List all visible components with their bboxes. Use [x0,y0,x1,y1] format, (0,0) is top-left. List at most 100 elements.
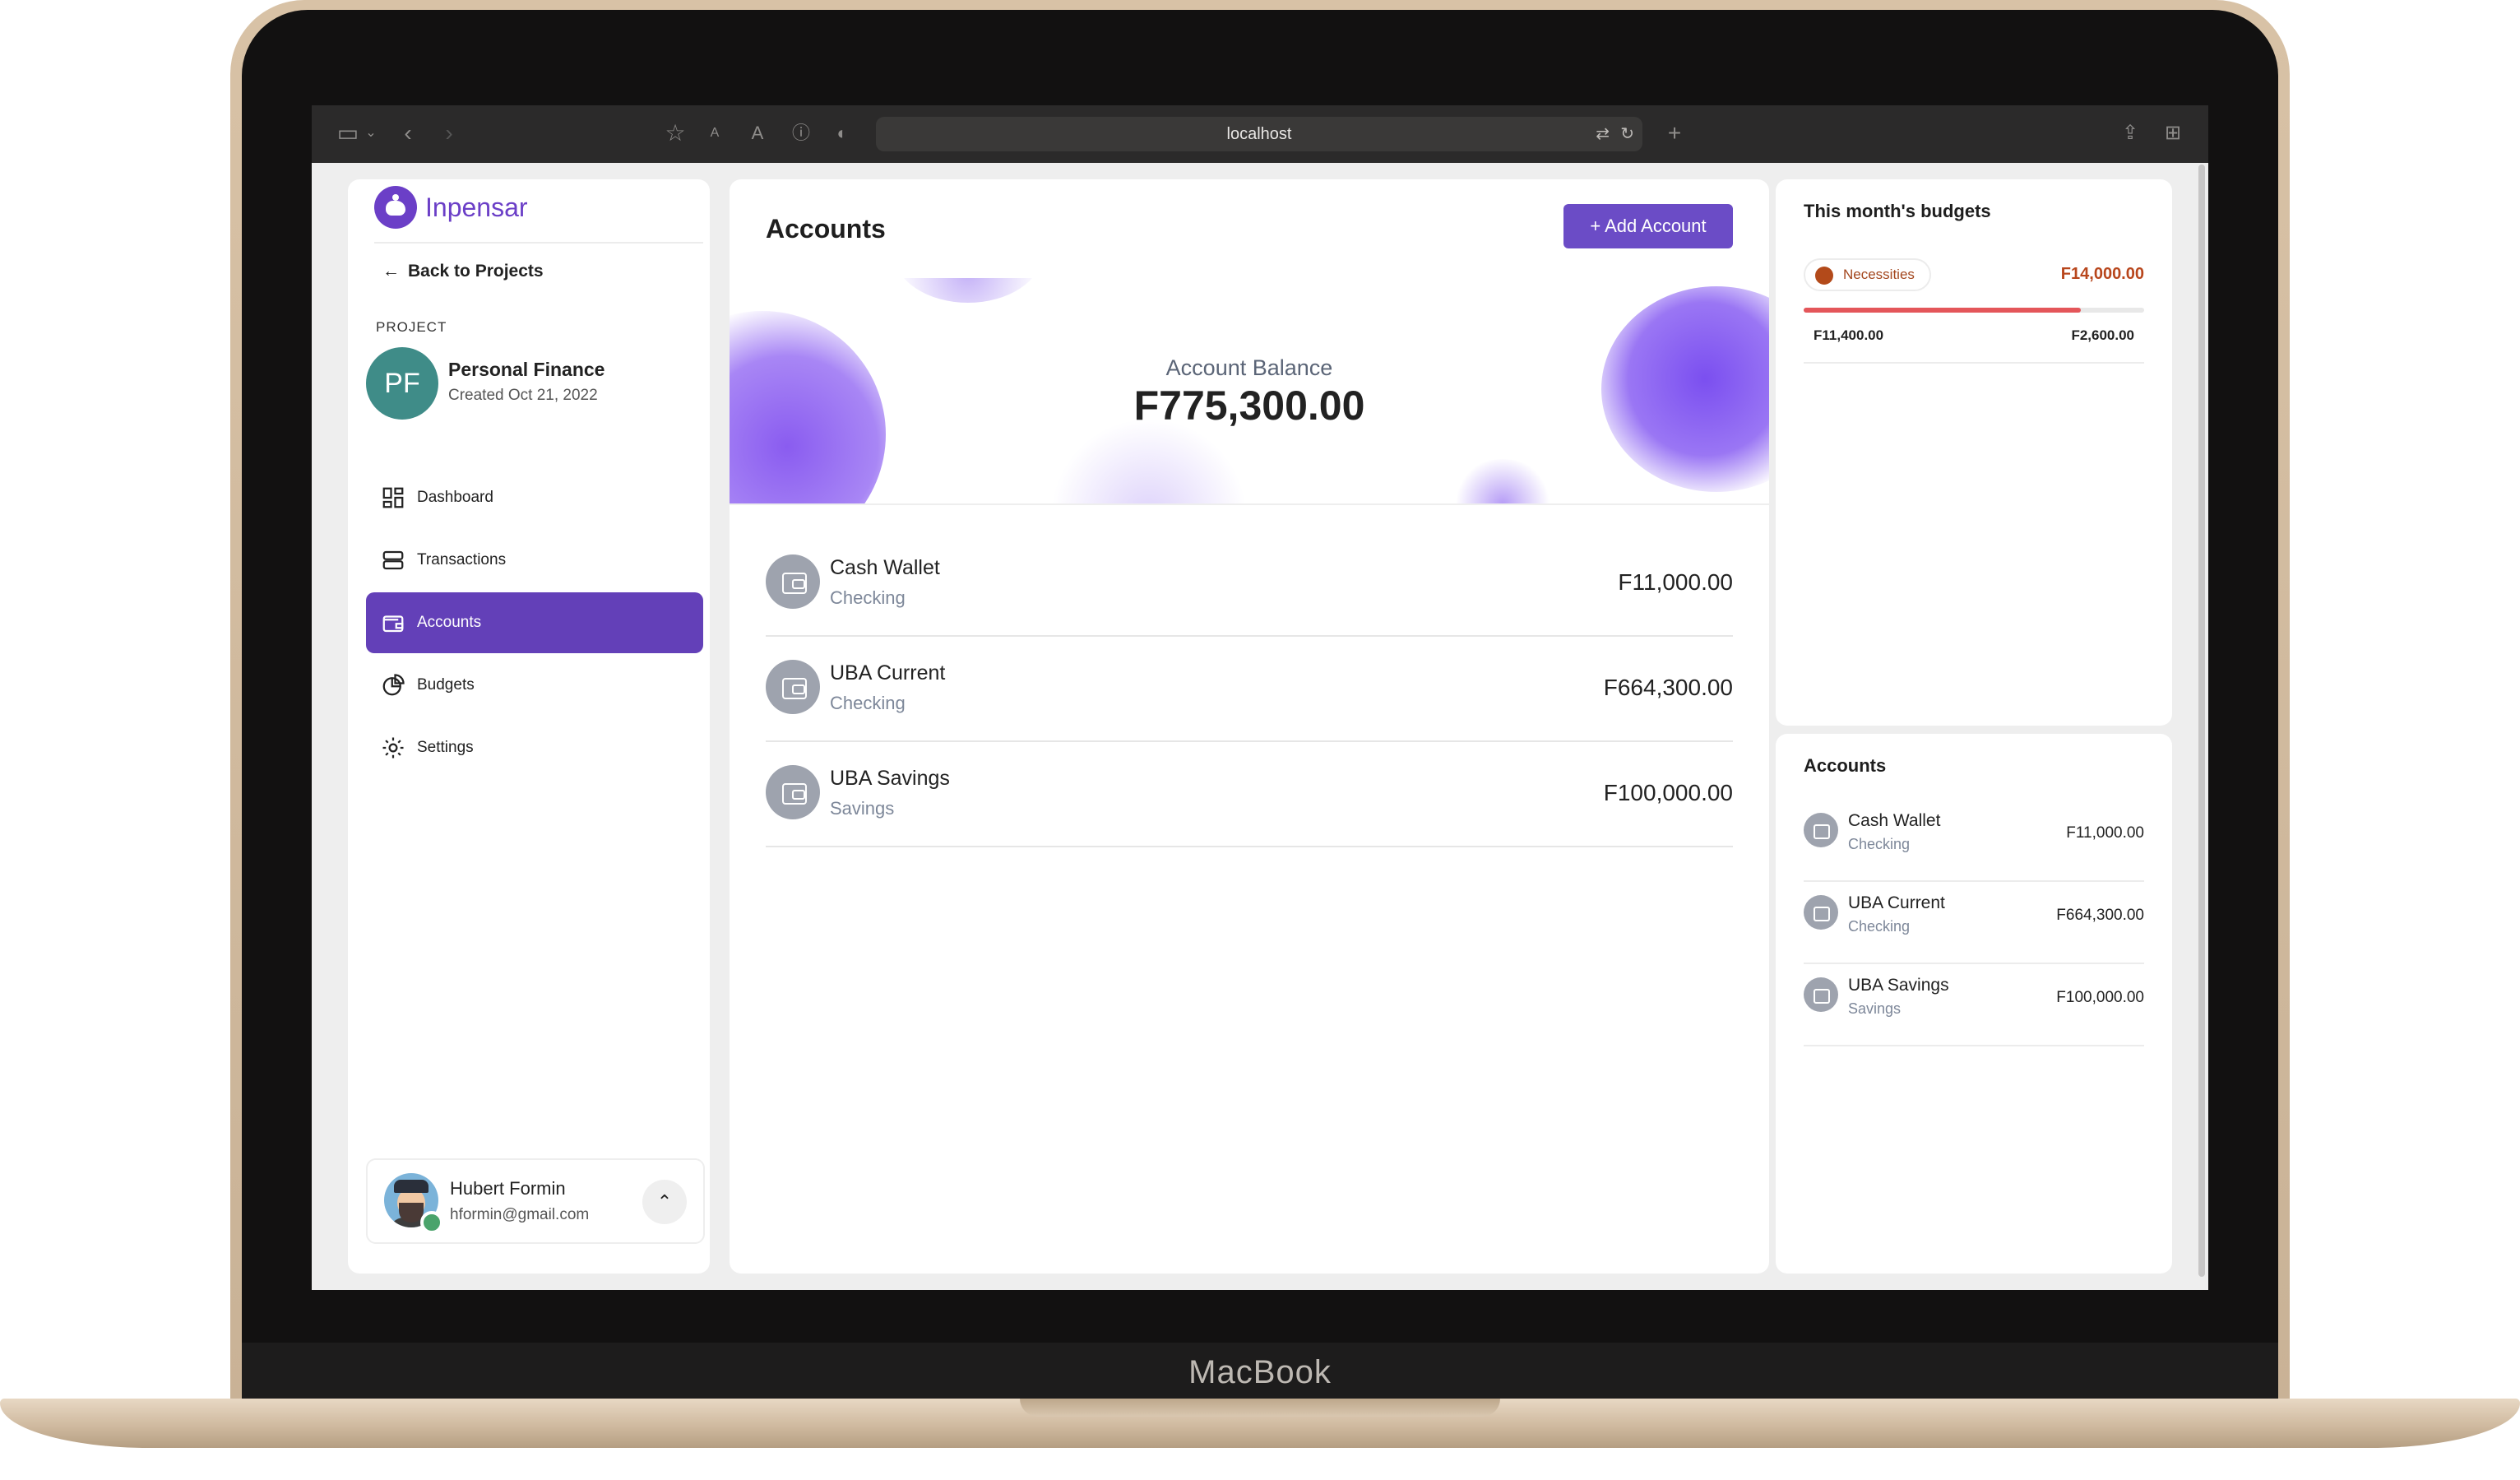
account-name: UBA Current [1848,893,1945,912]
account-type: Checking [1848,918,1911,935]
chevron-down-icon[interactable]: ⌄ [363,118,379,148]
account-name: Cash Wallet [830,556,940,579]
app: Inpensar ← Back to Projects PROJECT PF P… [312,163,2208,1290]
page-title: Accounts [766,214,886,244]
wallet-icon [1804,895,1838,930]
panel-title: Accounts [1804,755,1887,776]
account-name: UBA Savings [1848,976,1949,995]
wallet-icon [766,660,820,714]
account-amount: F11,000.00 [1618,569,1733,595]
account-type: Checking [830,587,906,608]
budget-progress-bar [1804,308,2144,313]
project-created-date: Created Oct 21, 2022 [448,387,598,404]
account-amount: F664,300.00 [2056,907,2144,924]
main-content: Accounts + Add Account Account Balance F… [730,179,1769,1274]
nav-item-budgets[interactable]: Budgets [366,655,703,716]
wallet-icon [382,615,404,633]
tab-overview-icon[interactable]: ⊞ [2159,118,2187,148]
user-profile-card[interactable]: Hubert Formin hformin@gmail.com ⌃ [366,1158,705,1244]
nav-label: Transactions [417,551,507,568]
forward-icon[interactable]: › [435,118,463,148]
arrow-left-icon: ← [382,262,400,281]
category-color-dot [1815,267,1833,285]
text-smaller-icon[interactable]: A [706,118,723,148]
bookmark-star-icon[interactable]: ☆ [660,118,690,148]
balance-label: Account Balance [1165,355,1333,380]
new-tab-icon[interactable]: + [1661,118,1688,148]
chevron-up-icon[interactable]: ⌃ [642,1180,687,1224]
sidebar-toggle-icon[interactable]: ▭ [331,118,364,148]
account-type: Savings [830,798,895,819]
budget-remaining: F2,600.00 [2071,327,2134,343]
project-section-label: PROJECT [376,319,447,335]
decorative-blob [1050,418,1248,503]
text-larger-icon[interactable]: A [748,118,767,148]
transactions-icon [382,550,404,570]
wallet-icon [1804,977,1838,1012]
nav-item-settings[interactable]: Settings [366,717,703,778]
decorative-blob [1453,459,1552,503]
budget-progress-fill [1804,308,2081,313]
divider [374,242,703,244]
device-label: MacBook [1188,1354,1332,1390]
scrollbar[interactable] [2198,165,2205,1277]
table-row[interactable]: UBA Current Checking F664,300.00 [766,637,1733,742]
budget-name: Necessities [1843,267,1915,282]
brand-name: Inpensar [425,192,528,222]
back-icon[interactable]: ‹ [394,118,422,148]
account-name: UBA Savings [830,767,950,790]
table-row[interactable]: UBA Savings Savings F100,000.00 [766,742,1733,847]
back-to-projects-link[interactable]: ← Back to Projects [382,262,544,281]
address-bar[interactable]: localhost ⇄ ↻ [876,117,1642,151]
info-icon[interactable]: ⓘ [789,118,813,148]
nav-label: Accounts [417,614,482,631]
nav-item-accounts[interactable]: Accounts [366,592,703,653]
decorative-blob [894,278,1042,303]
piggy-bank-icon [374,186,417,229]
wallet-icon [766,765,820,819]
pie-chart-icon [382,674,405,696]
url-text: localhost [1226,125,1292,143]
account-type: Checking [830,693,906,713]
account-amount: F664,300.00 [1603,675,1733,700]
account-amount: F100,000.00 [1603,780,1733,805]
balance-banner: Account Balance F775,300.00 [730,278,1769,505]
nav-label: Budgets [417,676,475,694]
user-email: hformin@gmail.com [450,1206,590,1223]
user-name: Hubert Formin [450,1178,566,1199]
list-item[interactable]: UBA Current Checking F664,300.00 [1804,882,2144,964]
reload-icon[interactable]: ↻ [1620,117,1634,151]
account-type: Checking [1848,836,1911,852]
accounts-summary-panel: Accounts Cash Wallet Checking F11,000.00… [1776,734,2172,1274]
list-item[interactable]: Cash Wallet Checking F11,000.00 [1804,800,2144,882]
divider [1804,362,2144,364]
balance-value: F775,300.00 [1133,383,1365,429]
sidebar: Inpensar ← Back to Projects PROJECT PF P… [348,179,710,1274]
project-name: Personal Finance [448,359,605,380]
share-icon[interactable]: ⇪ [2116,118,2144,148]
account-name: UBA Current [830,661,946,684]
table-row[interactable]: Cash Wallet Checking F11,000.00 [766,531,1733,637]
add-account-button[interactable]: + Add Account [1563,204,1733,248]
list-item[interactable]: UBA Savings Savings F100,000.00 [1804,964,2144,1046]
panel-title: This month's budgets [1804,201,1991,221]
brand-logo[interactable]: Inpensar [374,184,528,230]
project-avatar: PF [366,347,438,420]
online-status-indicator [420,1211,443,1234]
nav-item-dashboard[interactable]: Dashboard [366,467,703,528]
account-amount: F100,000.00 [2056,989,2144,1006]
dashboard-icon [382,487,404,508]
budgets-panel: This month's budgets Necessities F14,000… [1776,179,2172,726]
translate-icon[interactable]: ⇄ [1596,117,1610,151]
back-link-label: Back to Projects [408,262,544,281]
account-name: Cash Wallet [1848,811,1941,830]
laptop-notch [1020,1399,1500,1417]
gear-icon [382,737,404,759]
nav-label: Settings [417,739,474,756]
wallet-icon [766,554,820,609]
budget-category-badge[interactable]: Necessities [1804,258,1931,291]
budget-total: F14,000.00 [2060,265,2144,283]
budget-spent: F11,400.00 [1814,327,1884,343]
reader-icon[interactable]: ◐ [830,118,855,148]
nav-item-transactions[interactable]: Transactions [366,530,703,591]
